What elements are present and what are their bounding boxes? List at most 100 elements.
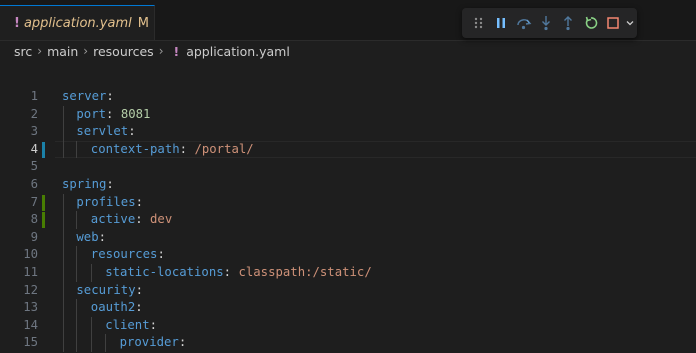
yaml-colon: : xyxy=(157,247,165,262)
breadcrumb-item-main[interactable]: main xyxy=(47,44,78,59)
indent-guide xyxy=(76,246,78,282)
line-number: 6 xyxy=(30,177,38,191)
code-text: server: xyxy=(62,88,114,106)
yaml-colon: : xyxy=(106,106,114,121)
line-number: 8 xyxy=(30,212,38,227)
yaml-value: classpath:/static/ xyxy=(238,265,372,279)
git-added-marker[interactable] xyxy=(42,212,45,229)
git-added-marker[interactable] xyxy=(42,194,45,211)
restart-button[interactable] xyxy=(579,11,601,35)
tab-application-yaml[interactable]: ! application.yaml M xyxy=(0,5,155,40)
code-line[interactable]: 1 server: xyxy=(0,88,696,106)
line-number: 5 xyxy=(30,159,38,174)
drag-handle-icon[interactable] xyxy=(468,11,490,35)
code-line[interactable]: 6 spring: xyxy=(0,176,696,194)
code-line[interactable]: 5 xyxy=(0,158,696,176)
tab-filename: application.yaml xyxy=(23,15,132,31)
line-number: 15 xyxy=(23,335,38,350)
code-text: profiles: xyxy=(76,194,143,212)
step-out-button[interactable] xyxy=(557,11,579,35)
git-modified-badge: M xyxy=(137,15,149,31)
code-line[interactable]: 14 client: xyxy=(0,317,696,335)
yaml-colon: : xyxy=(106,177,114,191)
code-text: provider: xyxy=(120,334,187,352)
yaml-key: port xyxy=(76,106,107,121)
indent-guide xyxy=(90,316,92,352)
stop-button[interactable] xyxy=(602,11,624,35)
breadcrumb-item-resources[interactable]: resources xyxy=(93,44,154,59)
line-number: 2 xyxy=(30,106,38,121)
line-number: 12 xyxy=(23,282,38,297)
indent-guide xyxy=(76,140,78,159)
line-number: 11 xyxy=(23,265,38,279)
line-number: 1 xyxy=(30,89,38,103)
indent-guide xyxy=(76,299,78,352)
debug-toolbar xyxy=(462,8,637,38)
yaml-colon: : xyxy=(98,229,107,244)
chevron-right-icon: › xyxy=(158,44,164,58)
code-line[interactable]: 9 web: xyxy=(0,229,696,247)
code-line[interactable]: 12 security: xyxy=(0,282,696,300)
yaml-key: security xyxy=(76,282,136,297)
yaml-key: server xyxy=(62,89,107,103)
line-number: 14 xyxy=(23,317,38,332)
yaml-key: oauth2 xyxy=(90,300,136,315)
yaml-key: resources xyxy=(90,247,158,262)
code-text: static-locations: classpath:/static/ xyxy=(105,264,372,282)
git-modified-marker[interactable] xyxy=(42,141,45,158)
yaml-file-icon: ! xyxy=(14,15,20,31)
more-chevron-down-icon[interactable] xyxy=(624,11,637,35)
step-over-button[interactable] xyxy=(513,11,535,35)
breadcrumb: src › main › resources › ! application.y… xyxy=(0,40,696,62)
yaml-key: context-path xyxy=(90,141,180,156)
breadcrumb-item-src[interactable]: src xyxy=(14,44,32,59)
yaml-colon: : xyxy=(135,300,143,315)
yaml-value: 8081 xyxy=(120,106,151,121)
yaml-colon: : xyxy=(128,124,136,139)
pause-button[interactable] xyxy=(490,11,512,35)
yaml-value: /portal/ xyxy=(194,141,254,156)
indent-guide xyxy=(63,193,65,352)
code-text: servlet: xyxy=(76,123,135,141)
code-line[interactable]: 4 context-path: /portal/ xyxy=(0,140,696,159)
yaml-key: static-locations xyxy=(105,265,224,279)
indent-guide xyxy=(105,334,107,352)
line-number: 3 xyxy=(30,124,38,139)
yaml-colon: : xyxy=(135,194,144,209)
yaml-colon: : xyxy=(179,141,188,156)
yaml-colon: : xyxy=(149,317,158,332)
code-text: spring: xyxy=(62,176,114,194)
line-number: 9 xyxy=(30,229,38,244)
step-into-button[interactable] xyxy=(535,11,557,35)
code-line[interactable]: 11 static-locations: classpath:/static/ xyxy=(0,264,696,282)
yaml-colon: : xyxy=(223,265,232,279)
code-text: web: xyxy=(76,229,106,247)
yaml-value: dev xyxy=(150,212,173,227)
indent-guide xyxy=(63,105,65,159)
chevron-right-icon: › xyxy=(37,44,43,58)
indent-guide xyxy=(76,211,78,229)
code-text: port: 8081 xyxy=(76,106,150,124)
code-line[interactable]: 10 resources: xyxy=(0,246,696,264)
yaml-key: profiles xyxy=(76,194,136,209)
code-line[interactable]: 2 port: 8081 xyxy=(0,106,696,124)
chevron-right-icon: › xyxy=(83,44,89,58)
line-number: 7 xyxy=(30,194,38,209)
yaml-colon: : xyxy=(106,89,114,103)
code-line[interactable]: 7 profiles: xyxy=(0,194,696,212)
code-text: oauth2: xyxy=(91,299,143,317)
breadcrumb-item-file[interactable]: application.yaml xyxy=(186,44,290,59)
yaml-colon: : xyxy=(178,335,187,350)
code-line[interactable]: 3 servlet: xyxy=(0,123,696,141)
code-line[interactable]: 13 oauth2: xyxy=(0,299,696,317)
yaml-key: client xyxy=(105,317,150,332)
code-text: resources: xyxy=(91,246,165,264)
indent-guide xyxy=(90,264,92,282)
yaml-key: spring xyxy=(62,177,107,191)
code-line[interactable]: 8 active: dev xyxy=(0,211,696,229)
yaml-colon: : xyxy=(135,282,144,297)
code-editor[interactable]: 1 server: 2 port: 8081 3 servlet: 4 context-pat… xyxy=(0,88,696,353)
yaml-key: provider xyxy=(119,335,179,350)
line-number: 10 xyxy=(23,247,38,262)
yaml-key: servlet xyxy=(76,124,129,139)
